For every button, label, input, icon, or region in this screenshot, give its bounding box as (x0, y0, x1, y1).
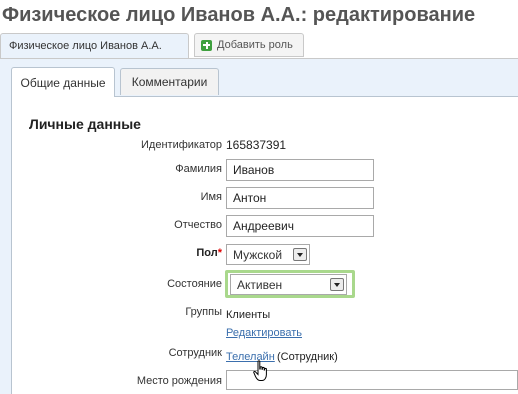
page-title: Физическое лицо Иванов А.А.: редактирова… (2, 4, 476, 26)
employee-label: Сотрудник (168, 347, 222, 359)
firstname-field[interactable]: Антон (226, 187, 374, 209)
birthplace-label: Место рождения (136, 375, 222, 387)
tab-general-label: Общие данные (20, 75, 106, 90)
edit-groups-link[interactable]: Редактировать (226, 327, 302, 339)
chevron-down-icon (293, 248, 307, 261)
patronymic-label: Отчество (174, 219, 222, 231)
firstname-label: Имя (200, 191, 222, 203)
add-role-label: Добавить роль (217, 39, 293, 51)
id-label: Идентификатор (141, 139, 222, 151)
chevron-down-icon (330, 278, 344, 291)
patronymic-field[interactable]: Андреевич (226, 215, 374, 237)
groups-value: Клиенты (226, 309, 271, 321)
id-value: 165837391 (226, 138, 287, 152)
gender-label-text: Пол (196, 247, 218, 259)
tab-comments[interactable]: Комментарии (120, 68, 219, 95)
add-role-button[interactable]: Добавить роль (194, 33, 304, 57)
state-value: Активен (237, 278, 283, 292)
groups-label: Группы (185, 306, 222, 318)
tab-person[interactable]: Физическое лицо Иванов А.А. (0, 33, 189, 58)
gender-select[interactable]: Мужской (226, 244, 310, 265)
hand-pointer-icon (253, 360, 267, 381)
state-select[interactable]: Активен (230, 274, 347, 295)
section-title: Личные данные (29, 116, 141, 132)
state-label: Состояние (167, 278, 222, 290)
gender-value: Мужской (233, 248, 283, 262)
required-mark: * (217, 247, 222, 259)
lastname-label: Фамилия (175, 163, 222, 175)
tab-comments-label: Комментарии (131, 75, 208, 89)
tab-person-label: Физическое лицо Иванов А.А. (9, 40, 162, 52)
employee-role: (Сотрудник) (277, 351, 338, 363)
lastname-field[interactable]: Иванов (226, 159, 374, 181)
plus-icon (201, 39, 212, 51)
gender-label: Пол* (196, 247, 222, 259)
tab-general[interactable]: Общие данные (11, 67, 115, 97)
